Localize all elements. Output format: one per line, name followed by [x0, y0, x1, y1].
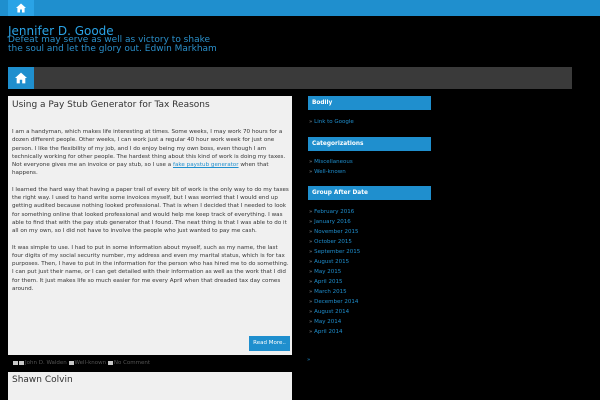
list-item[interactable]: December 2014: [309, 297, 360, 307]
site-description: Defeat may serve as well as victory to s…: [8, 35, 217, 54]
post-paragraph: It was simple to use. I had to put in so…: [12, 244, 289, 293]
list-item[interactable]: May 2015: [309, 267, 360, 277]
post-meta: John D. Walden Well-known No Comment: [13, 360, 150, 366]
list-item[interactable]: Miscellaneous: [309, 157, 353, 167]
list-item[interactable]: January 2016: [309, 217, 360, 227]
calendar-icon: [13, 360, 18, 365]
widget-title-archives: Group After Date: [308, 186, 431, 200]
post-paragraph: I am a handyman, which makes life intere…: [12, 128, 290, 178]
comment-icon: [107, 360, 113, 365]
widget-title-categorizations: Categorizations: [308, 137, 431, 151]
top-bar: [0, 0, 600, 16]
list-item[interactable]: November 2015: [309, 227, 360, 237]
list-item[interactable]: October 2015: [309, 237, 360, 247]
sidebar-extra-link[interactable]: »: [307, 357, 310, 363]
nav-home-button[interactable]: [8, 67, 34, 89]
post-card: Using a Pay Stub Generator for Tax Reaso…: [8, 96, 292, 355]
post-title[interactable]: Shawn Colvin: [12, 375, 73, 385]
list-item[interactable]: September 2015: [309, 247, 360, 257]
read-more-button[interactable]: Read More..: [249, 336, 290, 351]
paystub-generator-link[interactable]: fake paystub generator: [173, 162, 239, 168]
post-title[interactable]: Using a Pay Stub Generator for Tax Reaso…: [12, 100, 210, 110]
list-item[interactable]: May 2014: [309, 317, 360, 327]
list-item[interactable]: August 2015: [309, 257, 360, 267]
top-home-button[interactable]: [8, 0, 34, 16]
list-item[interactable]: Link to Google: [309, 117, 354, 127]
author-icon: [19, 360, 24, 365]
list-item[interactable]: Well-known: [309, 167, 353, 177]
post-paragraph: I learned the hard way that having a pap…: [12, 186, 289, 235]
home-icon: [16, 3, 26, 13]
list-item[interactable]: March 2015: [309, 287, 360, 297]
post-card: Shawn Colvin: [8, 372, 292, 400]
list-item[interactable]: February 2016: [309, 207, 360, 217]
list-item[interactable]: August 2014: [309, 307, 360, 317]
widget-list-categorizations: Miscellaneous Well-known: [309, 157, 353, 177]
list-item[interactable]: April 2014: [309, 327, 360, 337]
widget-title-bodily: Bodily: [308, 96, 431, 110]
main-nav: [8, 67, 572, 89]
folder-icon: [68, 360, 74, 365]
widget-list-bodily: Link to Google: [309, 117, 354, 127]
widget-list-archives: February 2016 January 2016 November 2015…: [309, 207, 360, 337]
post-author[interactable]: John D. Walden: [25, 360, 67, 366]
home-icon: [15, 72, 27, 84]
post-comments[interactable]: No Comment: [114, 360, 150, 366]
post-body: I am a handyman, which makes life intere…: [12, 128, 290, 301]
post-category[interactable]: Well-known: [75, 360, 107, 366]
list-item[interactable]: April 2015: [309, 277, 360, 287]
